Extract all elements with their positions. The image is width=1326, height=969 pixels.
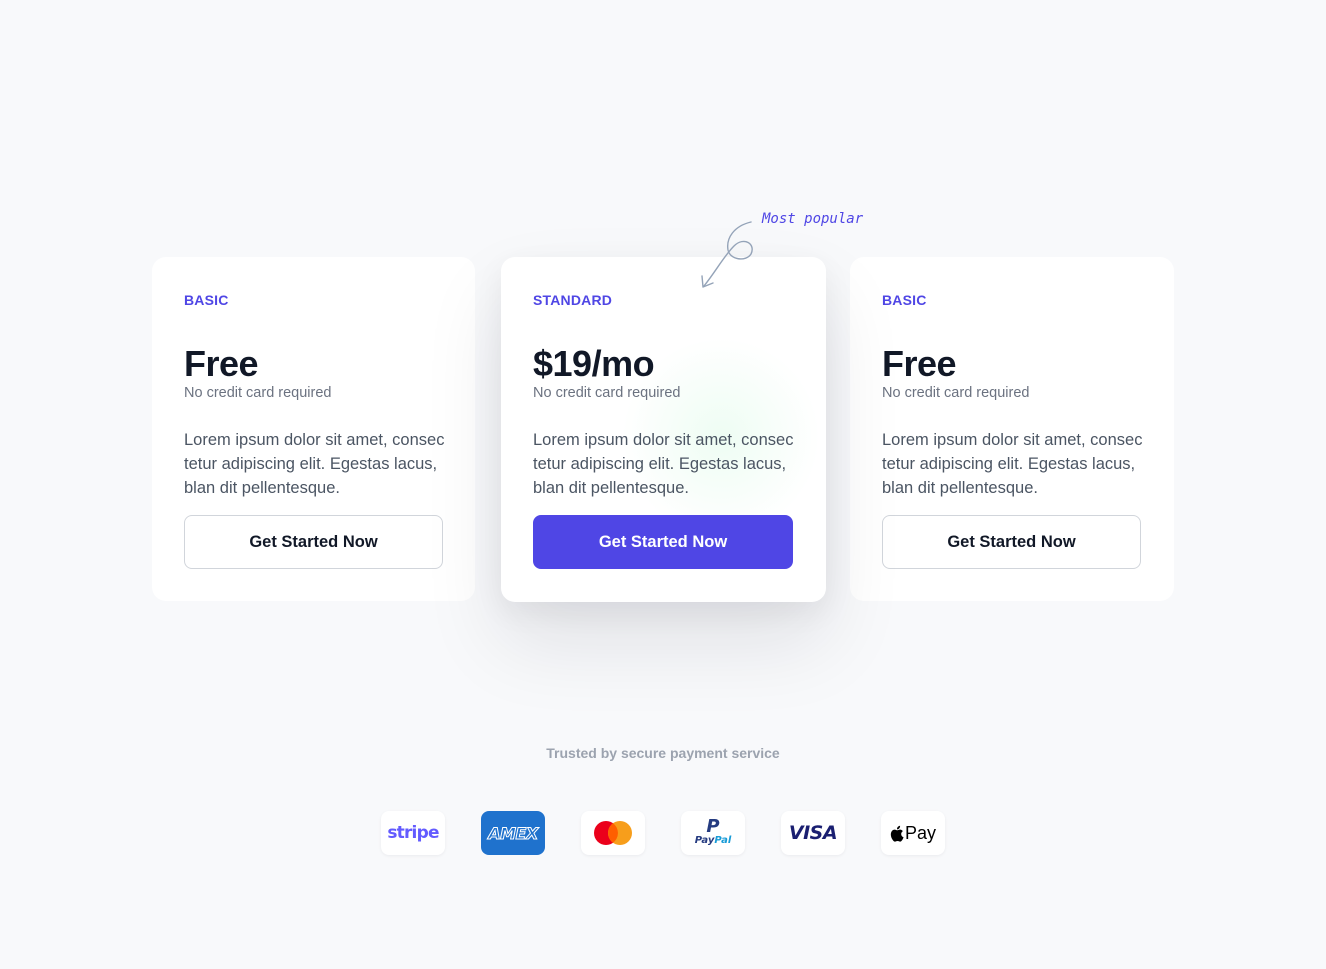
paypal-mark: P <box>706 816 720 837</box>
plan-name: BASIC <box>882 292 927 308</box>
pricing-card-standard: STANDARD $19/mo No credit card required … <box>501 257 826 602</box>
paypal-wordmark: PayPal <box>695 835 732 847</box>
apple-pay-wordmark: Pay <box>890 823 936 844</box>
plan-price: Free <box>882 343 957 384</box>
stripe-wordmark: stripe <box>387 823 439 843</box>
visa-wordmark: VISA <box>788 822 838 844</box>
curved-arrow-icon <box>701 221 753 288</box>
price-note: No credit card required <box>882 385 1030 401</box>
amex-wordmark: AMEX <box>488 823 539 843</box>
plan-name: STANDARD <box>533 292 613 308</box>
popular-note: Most popular <box>762 211 864 227</box>
paypal-pay: Pay <box>694 835 715 846</box>
plan-description: Lorem ipsum dolor sit amet, consec tetur… <box>184 431 445 497</box>
amex-logo: AMEX <box>481 811 545 855</box>
mastercard-logo <box>581 811 645 855</box>
get-started-button[interactable]: Get Started Now <box>533 515 793 569</box>
paypal-logo: P PayPal <box>681 811 745 855</box>
plan-description: Lorem ipsum dolor sit amet, consec tetur… <box>882 431 1143 497</box>
trusted-by-text: Trusted by secure payment service <box>546 745 780 761</box>
pricing-card-basic-right: BASIC Free No credit card required Lorem… <box>850 257 1174 601</box>
apple-icon <box>890 825 904 842</box>
mastercard-icon <box>594 821 632 845</box>
apple-pay-text: Pay <box>904 822 937 843</box>
pricing-cards: BASIC Free No credit card required Lorem… <box>152 257 1174 602</box>
price-note: No credit card required <box>184 385 332 401</box>
plan-name: BASIC <box>184 292 229 308</box>
plan-price: $19/mo <box>533 343 655 384</box>
pricing-card-basic-left: BASIC Free No credit card required Lorem… <box>152 257 475 601</box>
apple-pay-logo: Pay <box>881 811 945 855</box>
stripe-logo: stripe <box>381 811 445 855</box>
price-note: No credit card required <box>533 385 681 401</box>
payment-logos: stripe AMEX P PayPal VISA Pay <box>381 811 945 855</box>
paypal-pal: Pal <box>714 835 732 846</box>
visa-logo: VISA <box>781 811 845 855</box>
get-started-button[interactable]: Get Started Now <box>184 515 443 569</box>
get-started-button[interactable]: Get Started Now <box>882 515 1141 569</box>
plan-description: Lorem ipsum dolor sit amet, consec tetur… <box>533 431 794 497</box>
plan-price: Free <box>184 343 259 384</box>
